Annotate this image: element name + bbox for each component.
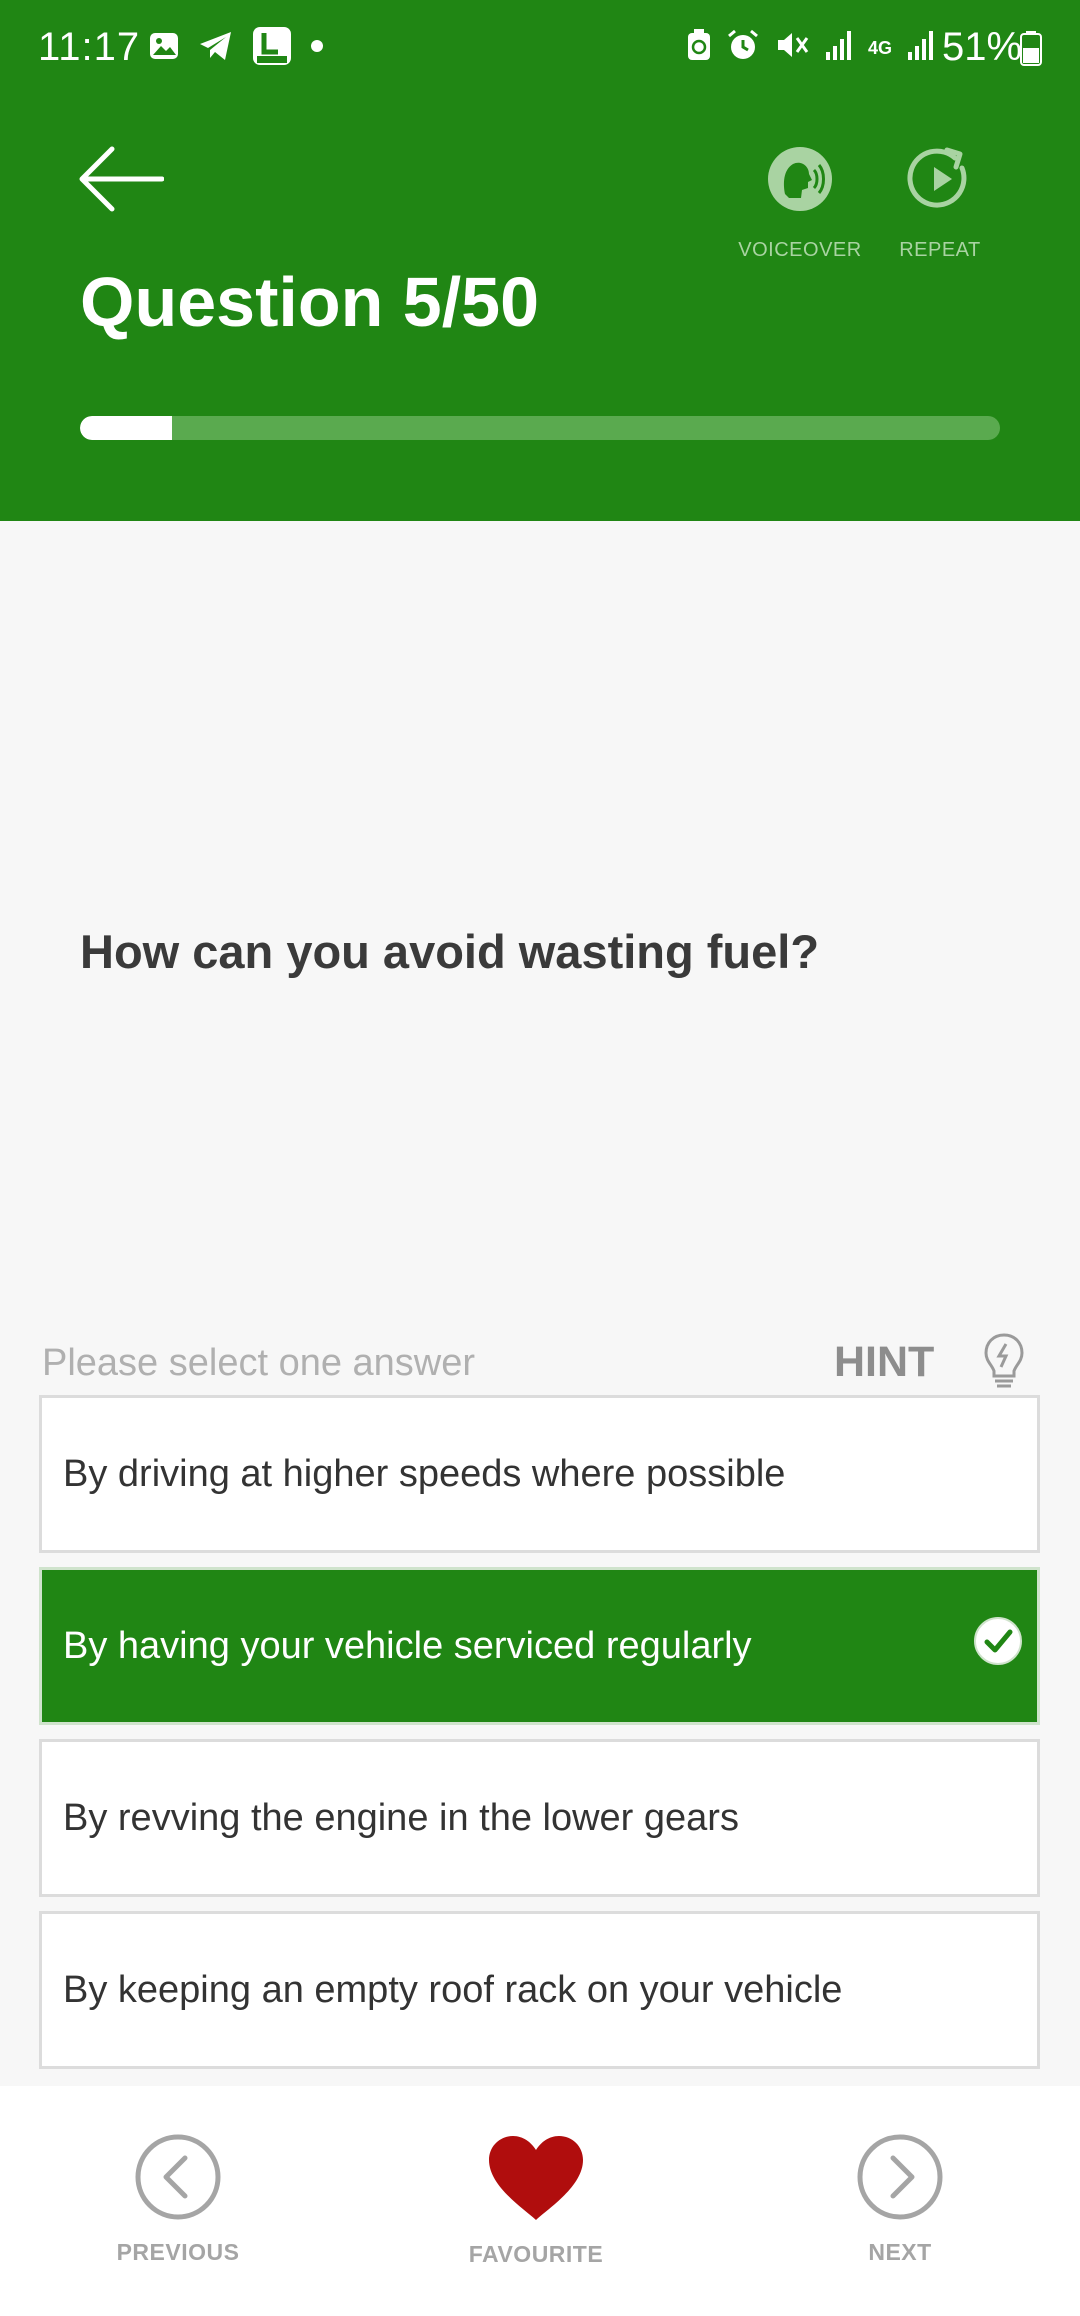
repeat-button[interactable]: REPEAT (890, 146, 990, 262)
answer-text: By keeping an empty roof rack on your ve… (63, 1968, 843, 2011)
voiceover-label: VOICEOVER (738, 239, 862, 261)
progress-fill (80, 416, 172, 440)
favourite-label: FAVOURITE (468, 2241, 604, 2267)
next-label: NEXT (868, 2239, 932, 2265)
answer-option[interactable]: By driving at higher speeds where possib… (39, 1395, 1040, 1553)
bottom-navigation: PREVIOUS FAVOURITE NEXT (0, 2086, 1080, 2316)
header: 11:17 4G 51% VOICEOVER REPEAT Question 5… (0, 0, 1080, 521)
status-bar: 11:17 4G 51% (0, 0, 1080, 95)
app-4in1-icon (252, 26, 292, 71)
check-icon (973, 1616, 1023, 1676)
battery-saver-icon (686, 28, 712, 67)
chevron-left-circle-icon (135, 2134, 221, 2225)
signal-icon (906, 28, 936, 67)
hint-button[interactable]: HINT (834, 1338, 934, 1387)
signal-icon (824, 28, 854, 67)
back-button[interactable] (76, 146, 166, 216)
lightbulb-icon[interactable] (982, 1332, 1026, 1397)
previous-button[interactable]: PREVIOUS (108, 2134, 248, 2266)
progress-bar (80, 416, 1000, 440)
answer-text: By revving the engine in the lower gears (63, 1796, 739, 1839)
favourite-button[interactable]: FAVOURITE (446, 2134, 626, 2268)
alarm-icon (726, 28, 760, 67)
arrow-left-icon (78, 144, 165, 219)
battery-icon (1020, 30, 1042, 71)
chevron-right-circle-icon (857, 2134, 943, 2225)
status-left-icons (148, 26, 324, 71)
question-counter: Question 5/50 (80, 263, 540, 341)
answer-option-selected[interactable]: By having your vehicle serviced regularl… (39, 1567, 1040, 1725)
telegram-icon (198, 30, 234, 67)
answer-list: By driving at higher speeds where possib… (39, 1395, 1040, 2083)
mute-icon (774, 28, 810, 67)
previous-label: PREVIOUS (116, 2239, 240, 2265)
answer-text: By driving at higher speeds where possib… (63, 1452, 786, 1495)
status-time: 11:17 (38, 25, 141, 69)
network-type-label: 4G (868, 37, 893, 58)
next-button[interactable]: NEXT (830, 2134, 970, 2266)
notification-dot-icon (310, 39, 324, 58)
question-text: How can you avoid wasting fuel? (80, 925, 820, 978)
repeat-label: REPEAT (899, 239, 981, 261)
answer-option[interactable]: By keeping an empty roof rack on your ve… (39, 1911, 1040, 2069)
select-answer-prompt: Please select one answer (42, 1342, 476, 1384)
replay-icon (907, 146, 973, 217)
voiceover-icon (767, 146, 833, 217)
heart-icon (487, 2134, 585, 2227)
answer-option[interactable]: By revving the engine in the lower gears (39, 1739, 1040, 1897)
answer-prompt-row: Please select one answer HINT (42, 1333, 1038, 1392)
voiceover-button[interactable]: VOICEOVER (735, 146, 865, 262)
answer-text: By having your vehicle serviced regularl… (63, 1624, 752, 1667)
status-right-icons: 4G (686, 28, 936, 67)
battery-percentage: 51% (942, 25, 1023, 69)
gallery-icon (148, 30, 180, 67)
